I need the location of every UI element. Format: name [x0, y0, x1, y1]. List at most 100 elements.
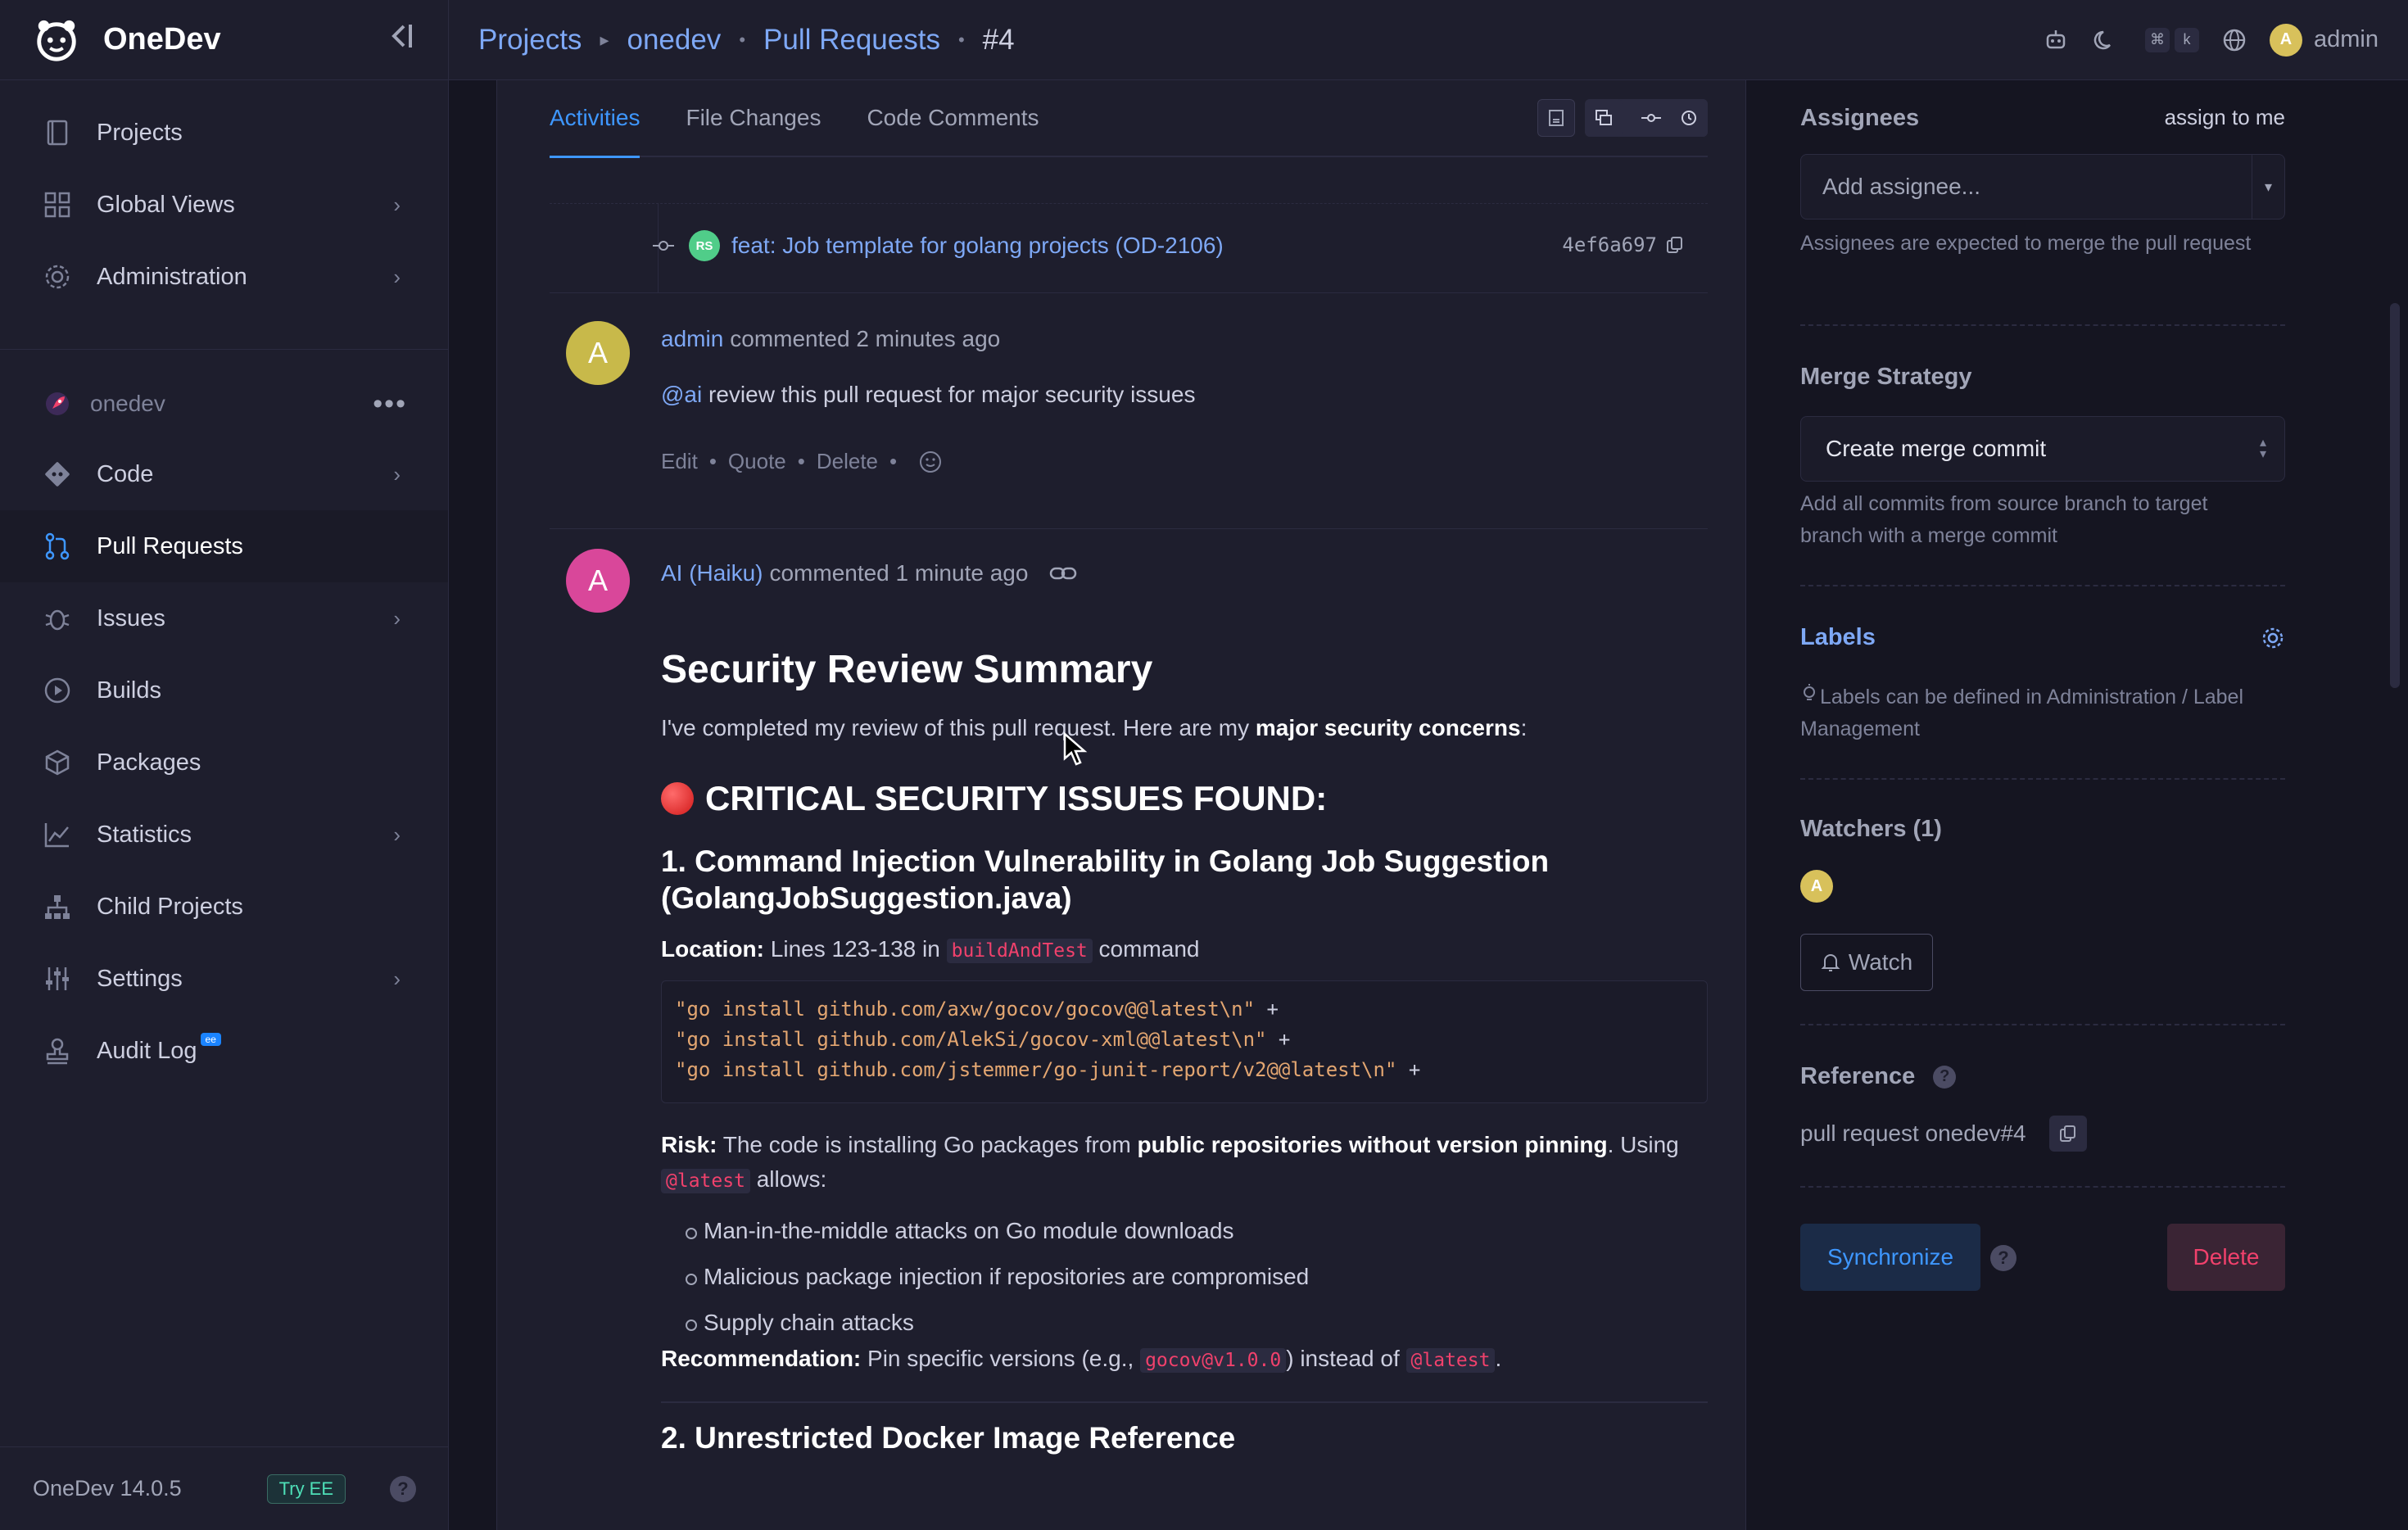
- recommendation-end: .: [1495, 1346, 1502, 1371]
- delete-button[interactable]: Delete: [2167, 1224, 2285, 1291]
- comment-meta: commented 1 minute ago: [769, 560, 1029, 586]
- labels-title[interactable]: Labels: [1800, 624, 1876, 651]
- chevron-right-icon: ›: [393, 822, 401, 847]
- rocket-icon: [43, 389, 72, 419]
- sidebar-item-label: Statistics: [97, 821, 192, 848]
- code-operator: +: [1255, 998, 1279, 1021]
- merge-strategy-title: Merge Strategy: [1800, 364, 1972, 390]
- history-filter-icon[interactable]: [1670, 99, 1708, 137]
- synchronize-button[interactable]: Synchronize: [1800, 1224, 1980, 1291]
- sidebar-item-builds[interactable]: Builds: [0, 654, 448, 727]
- watch-label: Watch: [1848, 949, 1913, 975]
- help-icon[interactable]: ?: [1933, 1065, 1957, 1089]
- sidebar-item-statistics[interactable]: Statistics ›: [0, 799, 448, 871]
- divider: [1800, 1024, 2285, 1025]
- risk-post: . Using: [1607, 1132, 1679, 1157]
- sidebar-item-settings[interactable]: Settings ›: [0, 943, 448, 1015]
- comment-author-link[interactable]: admin: [661, 326, 723, 352]
- description-toggle-icon[interactable]: [1537, 99, 1575, 137]
- sidebar-item-audit-log[interactable]: Audit Log ee: [0, 1015, 448, 1087]
- code-operator: +: [1396, 1058, 1421, 1081]
- code-operator: +: [1266, 1028, 1291, 1051]
- commit-hash-link[interactable]: 4ef6a697: [1562, 233, 1657, 256]
- onedev-logo-icon[interactable]: [33, 16, 80, 64]
- filter-group: [1585, 99, 1708, 137]
- bell-icon: [1821, 954, 1840, 971]
- separator-dot: •: [708, 449, 717, 473]
- sidebar-item-code[interactable]: Code ›: [0, 438, 448, 510]
- tab-file-changes[interactable]: File Changes: [686, 79, 821, 156]
- globe-icon[interactable]: [2220, 26, 2248, 54]
- avatar: A: [566, 549, 630, 613]
- comment-actions: Edit • Quote • Delete •: [661, 449, 943, 474]
- robot-icon[interactable]: [2042, 26, 2070, 54]
- sidebar-item-label: Global Views: [97, 191, 235, 218]
- sidebar: OneDev Projects Global Views › Administr…: [0, 0, 449, 1530]
- breadcrumb-projects[interactable]: Projects: [478, 24, 582, 57]
- commits-filter-icon[interactable]: [1632, 99, 1670, 137]
- sidebar-item-issues[interactable]: Issues ›: [0, 582, 448, 654]
- chart-icon: [43, 820, 72, 849]
- user-menu[interactable]: A admin: [2270, 23, 2379, 57]
- assign-to-me-link[interactable]: assign to me: [2165, 105, 2285, 130]
- code-line: "go install github.com/AlekSi/gocov-xml@…: [675, 1025, 1694, 1055]
- sidebar-item-projects[interactable]: Projects: [0, 97, 448, 169]
- merge-strategy-note: Add all commits from source branch to ta…: [1800, 492, 2208, 547]
- reaction-smile-icon[interactable]: [918, 450, 943, 474]
- commit-info: RS feat: Job template for golang project…: [653, 230, 1224, 261]
- tab-code-comments[interactable]: Code Comments: [867, 79, 1039, 156]
- collapse-sidebar-icon[interactable]: [386, 20, 415, 61]
- divider: [1800, 324, 2285, 326]
- edit-link[interactable]: Edit: [661, 449, 698, 474]
- red-circle-icon: [661, 782, 694, 815]
- mention-link[interactable]: @ai: [661, 382, 702, 407]
- kbd-k: k: [2175, 27, 2199, 52]
- tab-activities[interactable]: Activities: [550, 79, 640, 158]
- help-icon[interactable]: ?: [1990, 1245, 2016, 1271]
- code-string: "go install github.com/jstemmer/go-junit…: [675, 1058, 1397, 1081]
- play-icon: [43, 676, 72, 705]
- breadcrumb-pull-requests[interactable]: Pull Requests: [763, 24, 940, 57]
- sidebar-item-child-projects[interactable]: Child Projects: [0, 871, 448, 943]
- inline-code: gocov@v1.0.0: [1140, 1348, 1287, 1373]
- command-palette-shortcut[interactable]: ⌘ k: [2140, 27, 2199, 52]
- sidebar-item-administration[interactable]: Administration ›: [0, 241, 448, 313]
- sidebar-item-global-views[interactable]: Global Views ›: [0, 169, 448, 241]
- moon-icon[interactable]: [2091, 26, 2119, 54]
- comment-ai: A AI (Haiku) commented 1 minute ago Secu…: [550, 549, 1708, 1530]
- comment-markdown: Security Review Summary I've completed m…: [661, 647, 1708, 1456]
- copy-icon[interactable]: [2048, 1116, 2087, 1152]
- critical-heading-text: CRITICAL SECURITY ISSUES FOUND:: [705, 779, 1328, 817]
- activity-filters: [1537, 99, 1708, 137]
- sidebar-item-packages[interactable]: Packages: [0, 727, 448, 799]
- delete-link[interactable]: Delete: [817, 449, 878, 474]
- comment-author-link[interactable]: AI (Haiku): [661, 560, 763, 586]
- caret-down-icon[interactable]: ▾: [2252, 155, 2284, 219]
- try-ee-button[interactable]: Try EE: [266, 1473, 346, 1504]
- sidebar-item-pull-requests[interactable]: Pull Requests: [0, 510, 448, 582]
- location-post: command: [1092, 936, 1200, 962]
- copy-icon[interactable]: [1665, 235, 1685, 255]
- brand-header: OneDev: [0, 0, 448, 80]
- commit-message-link[interactable]: feat: Job template for golang projects (…: [731, 233, 1224, 259]
- intro-text: I've completed my review of this pull re…: [661, 715, 1256, 740]
- avatar[interactable]: A: [1800, 870, 1833, 903]
- divider: [1800, 1186, 2285, 1188]
- breadcrumb-project[interactable]: onedev: [627, 24, 721, 57]
- more-options-icon[interactable]: •••: [373, 388, 407, 420]
- quote-link[interactable]: Quote: [728, 449, 786, 474]
- current-project[interactable]: onedev •••: [0, 369, 448, 438]
- permalink-icon[interactable]: [1049, 565, 1077, 582]
- labels-note-text: Labels can be defined in Administration …: [1800, 686, 2244, 740]
- bug-icon: [43, 604, 72, 633]
- merge-strategy-select[interactable]: Create merge commit ▴ ▾: [1800, 416, 2285, 482]
- gear-icon[interactable]: [2261, 626, 2285, 650]
- assignee-input[interactable]: Add assignee... ▾: [1800, 154, 2285, 220]
- comments-filter-icon[interactable]: [1585, 99, 1623, 137]
- comment-text: review this pull request for major secur…: [702, 382, 1196, 407]
- help-icon[interactable]: ?: [390, 1475, 416, 1502]
- assignee-placeholder: Add assignee...: [1822, 174, 1981, 199]
- page-scrollbar[interactable]: [2390, 303, 2400, 688]
- watch-button[interactable]: Watch: [1800, 934, 1933, 991]
- sidebar-item-label: Administration: [97, 263, 247, 290]
